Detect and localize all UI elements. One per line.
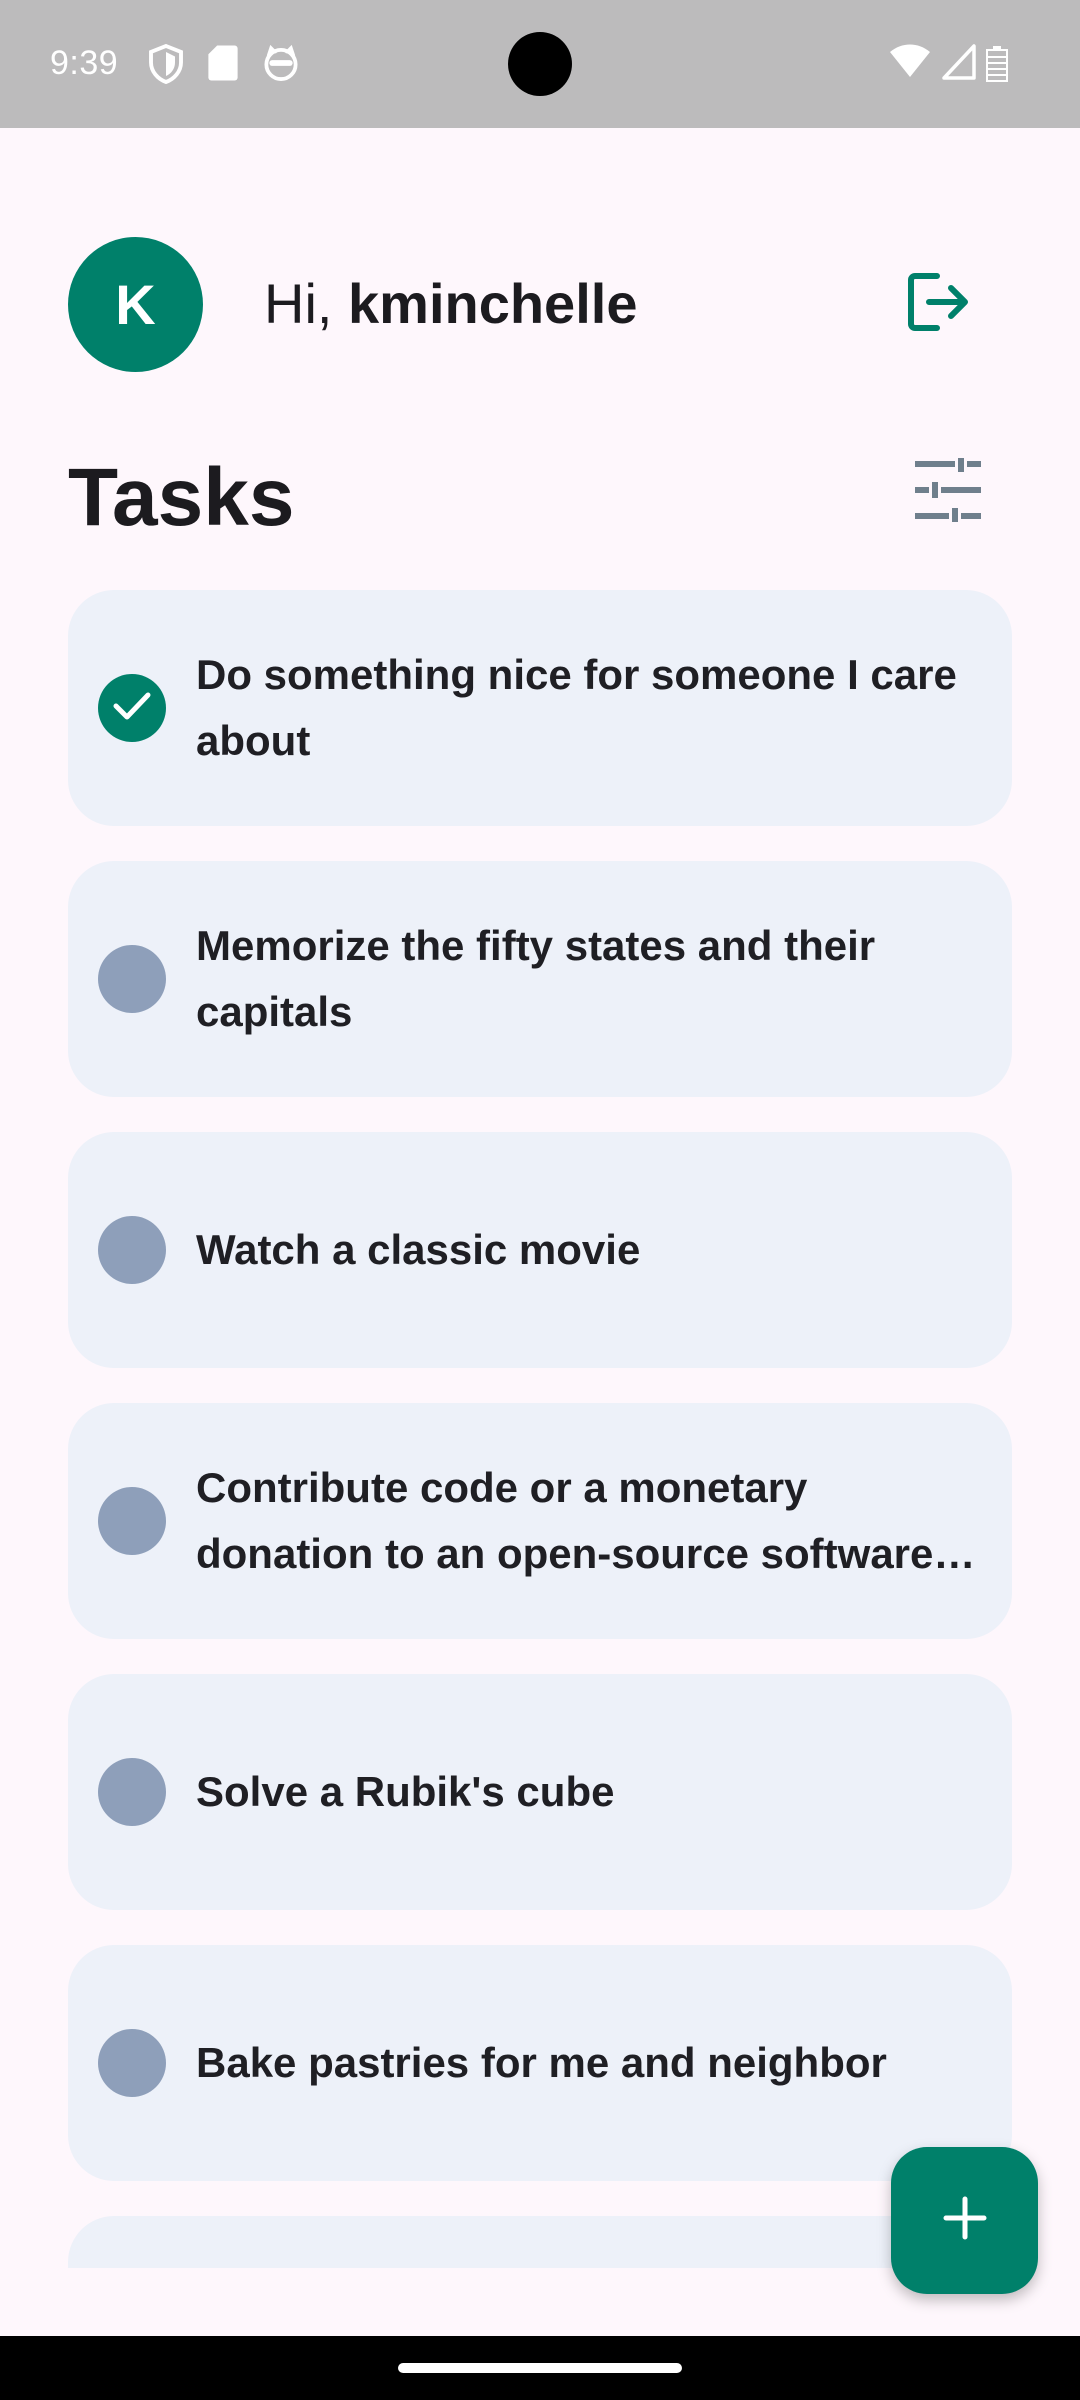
username: kminchelle [348, 272, 638, 335]
task-checkbox[interactable] [98, 1758, 166, 1826]
checkmark-icon [112, 690, 152, 727]
sd-card-icon [208, 44, 238, 87]
status-time: 9:39 [50, 44, 119, 82]
avatar-letter: K [115, 273, 156, 336]
task-checkbox[interactable] [98, 1487, 166, 1555]
plus-icon [943, 2196, 987, 2245]
cat-face-icon [262, 44, 300, 87]
task-checkbox[interactable] [98, 1216, 166, 1284]
logout-icon [907, 272, 973, 337]
task-text: Watch a classic movie [196, 1226, 641, 1273]
task-card[interactable] [68, 2216, 1012, 2268]
add-task-button[interactable] [891, 2147, 1038, 2294]
wifi-icon [890, 44, 930, 83]
task-text: Bake pastries for me and neighbor [196, 2039, 887, 2086]
page-title: Tasks [68, 452, 295, 543]
task-card[interactable]: Do something nice for someone I care abo… [68, 590, 1012, 826]
task-card[interactable]: Watch a classic movie [68, 1132, 1012, 1368]
task-card[interactable]: Solve a Rubik's cube [68, 1674, 1012, 1910]
status-bar: 9:39 [0, 0, 1080, 128]
task-text: Solve a Rubik's cube [196, 1768, 615, 1815]
tune-icon [915, 457, 981, 527]
camera-cutout [508, 32, 572, 96]
greeting: Hi, kminchelle [264, 272, 637, 336]
task-checkbox[interactable] [98, 2029, 166, 2097]
task-card[interactable]: Memorize the fifty states and their capi… [68, 861, 1012, 1097]
filter-button[interactable] [908, 456, 988, 528]
battery-icon [986, 46, 1008, 87]
task-text: Do something nice for someone I care abo… [196, 651, 957, 764]
signal-icon [942, 44, 976, 85]
shield-icon [148, 43, 184, 89]
task-checkbox[interactable] [98, 945, 166, 1013]
task-card[interactable]: Contribute code or a monetary donation t… [68, 1403, 1012, 1639]
task-text: Contribute code or a monetary donation t… [196, 1464, 934, 1577]
logout-button[interactable] [900, 268, 980, 340]
task-list[interactable]: Do something nice for someone I care abo… [68, 590, 1012, 2268]
task-checkbox-checked[interactable] [98, 674, 166, 742]
task-text: Memorize the fifty states and their capi… [196, 922, 876, 1035]
home-indicator[interactable] [398, 2363, 682, 2373]
task-card[interactable]: Bake pastries for me and neighbor [68, 1945, 1012, 2181]
avatar[interactable]: K [68, 237, 203, 372]
greeting-prefix: Hi, [264, 272, 348, 335]
